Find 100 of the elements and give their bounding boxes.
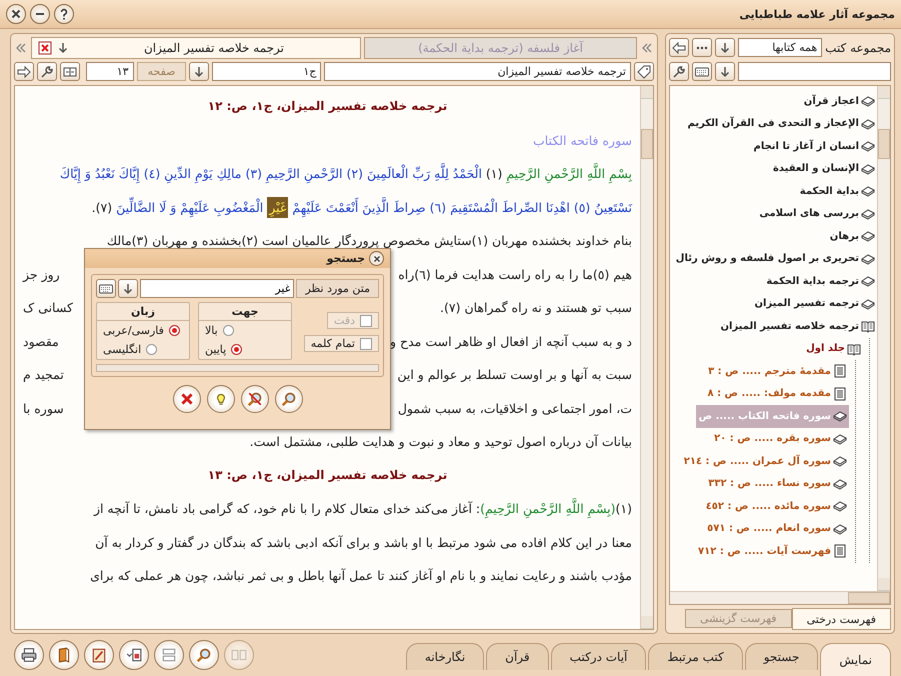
- tree-item[interactable]: بداية الحكمة: [796, 180, 877, 202]
- close-button[interactable]: [6, 4, 26, 24]
- tab[interactable]: نمایش: [820, 643, 891, 676]
- search-field[interactable]: [738, 62, 891, 81]
- image-menu-button[interactable]: [119, 640, 149, 670]
- chevron-icon[interactable]: [14, 40, 28, 54]
- book-button[interactable]: [49, 640, 79, 670]
- text-line: تمجید م: [23, 366, 64, 384]
- text-line: مقصود: [23, 332, 59, 351]
- settings-button[interactable]: [37, 62, 57, 81]
- scrollbar[interactable]: [640, 86, 653, 629]
- tab[interactable]: قرآن: [486, 643, 549, 670]
- tree-item[interactable]: سوره مائده ..... ص : ٤٥٢: [702, 495, 849, 518]
- close-icon: [372, 254, 382, 264]
- book-field[interactable]: ترجمه خلاصه تفسیر المیزان: [324, 62, 631, 81]
- split-view-icon: [231, 647, 247, 663]
- field-label: متن مورد نظر: [296, 279, 379, 298]
- down-arrow-icon[interactable]: [56, 40, 70, 54]
- search-button[interactable]: [189, 640, 219, 670]
- print-button[interactable]: [14, 640, 44, 670]
- close-button[interactable]: [369, 251, 384, 266]
- tree-item[interactable]: مقدمه مولف: ..... ص : ٨: [704, 382, 849, 405]
- group-title: زبان: [97, 303, 189, 321]
- tree-item[interactable]: ترجمه تفسیر المیزان: [752, 292, 877, 315]
- dropdown-button[interactable]: [715, 62, 735, 81]
- tab[interactable]: ترجمه خلاصه تفسیر المیزان: [31, 36, 361, 58]
- tree-item[interactable]: مقدمهٔ مترجم ..... ص : ٣: [705, 360, 849, 382]
- settings-button[interactable]: [669, 62, 689, 81]
- tree-item[interactable]: فهرست آیات ..... ص : ٧١٢: [695, 540, 849, 562]
- tree-item[interactable]: سوره بقره ..... ص : ٢٠: [711, 428, 849, 450]
- close-icon: [9, 7, 23, 21]
- split-view-icon: [63, 64, 77, 78]
- volume-field[interactable]: ج١: [212, 62, 322, 81]
- help-button[interactable]: [206, 385, 234, 413]
- page-heading: ترجمه خلاصه تفسیر المیزان، ج١، ص: ١٢: [206, 98, 448, 115]
- tree-item[interactable]: جلد اول: [803, 338, 863, 360]
- tree-item[interactable]: الإنسان و العقيدة: [770, 158, 877, 180]
- back-button[interactable]: [669, 38, 689, 57]
- tree-item[interactable]: انسان از آغاز تا انجام: [750, 135, 877, 158]
- tree-item[interactable]: ترجمه خلاصه تفسیر المیزان: [717, 315, 877, 338]
- more-button[interactable]: [692, 38, 712, 57]
- split-view-button[interactable]: [60, 62, 80, 81]
- down-arrow-icon: [718, 40, 732, 54]
- text-line: سبب تو هستند و نه راه گمراهان (٧).: [440, 299, 632, 317]
- radio-label[interactable]: بالا: [205, 324, 218, 337]
- tree-item[interactable]: الإعجاز و التحدی فی القرآن الکریم: [684, 112, 877, 135]
- chevron-icon[interactable]: [640, 40, 654, 54]
- cancel-button[interactable]: [172, 385, 200, 413]
- dropdown-button[interactable]: [118, 279, 138, 298]
- document-icon: [833, 544, 847, 558]
- collection-dropdown[interactable]: همه کتابها: [738, 38, 822, 57]
- keyboard-button[interactable]: [96, 279, 116, 298]
- text-line: بیانات آن درباره اصول توحید و معاد و نبوت و هدایت طلبی، مشتمل است.: [248, 433, 632, 451]
- radio-label[interactable]: انگلیسی: [103, 343, 142, 356]
- tree-item[interactable]: سوره آل عمران ..... ص : ٢١٤: [680, 450, 849, 472]
- scrollbar[interactable]: [670, 591, 890, 604]
- checkbox[interactable]: تمام کلمه: [304, 335, 379, 352]
- text-line: کسانی ک: [23, 299, 73, 317]
- tree-item[interactable]: بررسی های اسلامی: [756, 202, 877, 225]
- arrow-icon: [672, 40, 686, 54]
- tree-item[interactable]: سوره انعام ..... ص : ٥٧١: [704, 518, 849, 540]
- search-input[interactable]: غیر: [140, 279, 294, 298]
- notes-button[interactable]: [84, 640, 114, 670]
- help-button[interactable]: [54, 4, 74, 24]
- radio-label[interactable]: فارسی/عربی: [103, 324, 164, 337]
- tab[interactable]: نگارخانه: [406, 643, 484, 670]
- radio-label[interactable]: پایین: [205, 343, 226, 356]
- dropdown-button[interactable]: [715, 38, 735, 57]
- forward-button[interactable]: [14, 62, 34, 81]
- radio-button[interactable]: [168, 325, 180, 336]
- tree-item[interactable]: اعجاز قرآن: [800, 90, 877, 112]
- minimize-button[interactable]: [30, 4, 50, 24]
- verse-line: نَسْتَعِينُ (٥) اهْدِنَا الصِّراطَ الْمُسْتَقِيمَ (٦) صِراطَ الَّذِينَ أَنْعَمْتَ عَلَيْهِمْ غَيْرِ الْمَغْضُوبِ عَلَيْهِمْ وَ لَا الضَّالِّينَ (٧).: [23, 190, 632, 224]
- tree-item[interactable]: برهان: [826, 225, 877, 248]
- tab[interactable]: کتب مرتبط: [648, 643, 743, 670]
- bookmark-button[interactable]: [634, 62, 654, 81]
- dropdown-button[interactable]: [189, 62, 210, 81]
- search-icon: [280, 391, 296, 407]
- tab[interactable]: جستجو: [744, 643, 818, 670]
- tree-item[interactable]: سوره نساء ..... ص : ٣٣٢: [705, 472, 849, 495]
- tab[interactable]: فهرست درختی: [792, 608, 891, 630]
- down-arrow-icon: [718, 64, 732, 78]
- tab[interactable]: آیات درکتب: [550, 643, 646, 670]
- keyboard-button[interactable]: [692, 62, 712, 81]
- book-icon: [56, 647, 72, 663]
- tree-item[interactable]: ترجمه بداية الحكمة: [763, 270, 877, 292]
- tree-item[interactable]: تحریری بر اصول فلسفه و روش رئال: [672, 248, 877, 270]
- scrollbar[interactable]: [877, 86, 890, 591]
- radio-button[interactable]: [231, 344, 242, 355]
- search-button[interactable]: [274, 385, 302, 413]
- radio-button[interactable]: [222, 325, 234, 336]
- clear-search-button[interactable]: [240, 385, 268, 413]
- layout-button[interactable]: [154, 640, 184, 670]
- dialog-title: جستجو: [326, 252, 365, 265]
- text-line: هیم (٥)ما را به راه راست هدایت فرما (٦)راه: [398, 266, 632, 284]
- close-tab-icon[interactable]: [38, 40, 52, 54]
- page-field[interactable]: ١٣: [86, 62, 134, 81]
- text-line: معنا در این کلام افاده می شود مرتبط با او باشد و برای آنکه ادبی باشد که بندگان در گفتار و کردار به آن: [94, 534, 632, 552]
- collection-label: مجموعه کتب: [825, 40, 891, 54]
- radio-button[interactable]: [146, 344, 158, 355]
